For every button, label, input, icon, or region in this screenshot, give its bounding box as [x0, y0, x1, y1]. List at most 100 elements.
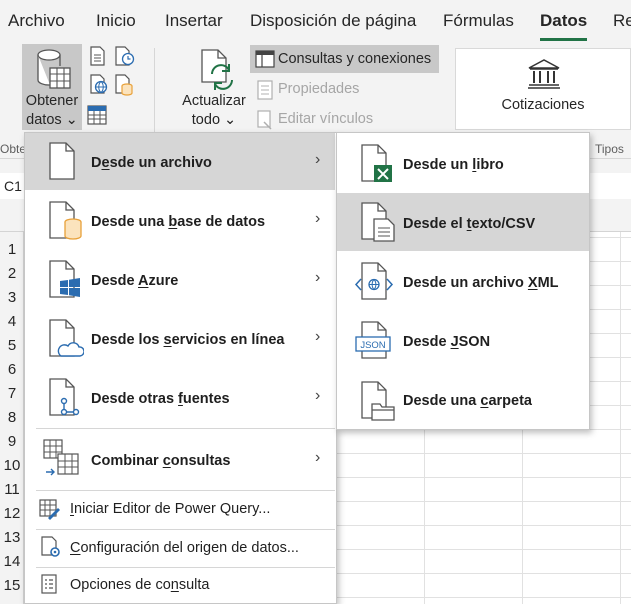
row-header[interactable]: 14 — [0, 553, 24, 573]
name-box[interactable]: C1 — [0, 173, 26, 199]
grid-line — [336, 549, 631, 550]
grid-line — [336, 501, 631, 502]
grid-line — [590, 237, 631, 238]
tab-archivo[interactable]: Archivo — [8, 11, 65, 31]
query-options-icon — [41, 574, 57, 594]
queries-pane-icon — [255, 50, 275, 68]
grid-line — [336, 597, 631, 598]
refresh-label-2: todo ⌄ — [191, 112, 237, 128]
tab-disposicion[interactable]: Disposición de página — [250, 11, 416, 31]
stocks-label: Cotizaciones — [501, 97, 585, 113]
group-label-types: Tipos — [595, 142, 624, 156]
menu-separator — [36, 490, 335, 491]
grid-line — [590, 333, 631, 334]
row-header[interactable]: 15 — [0, 577, 24, 597]
grid-line — [590, 381, 631, 382]
row-header[interactable]: 12 — [0, 505, 24, 525]
menu-item-label: Desde otras fuentes — [91, 391, 230, 407]
chevron-down-icon: ⌄ — [65, 112, 78, 128]
grid-line — [590, 357, 631, 358]
excel-workbook-icon — [361, 144, 392, 182]
submenu-item-label: Desde el texto/CSV — [403, 216, 536, 232]
properties-label[interactable]: Propiedades — [278, 81, 359, 97]
chevron-right-icon: › — [315, 449, 321, 466]
menu-separator — [36, 567, 335, 568]
menu-item-label: Configuración del origen de datos... — [70, 540, 299, 556]
other-sources-icon — [49, 378, 80, 416]
database-file-icon — [49, 201, 82, 240]
menu-separator — [36, 529, 335, 530]
menu-item-label: Opciones de consulta — [70, 577, 210, 593]
json-icon-label: JSON — [360, 340, 385, 351]
row-header[interactable]: 8 — [0, 409, 24, 429]
row-header[interactable]: 5 — [0, 337, 24, 357]
chevron-right-icon: › — [315, 151, 321, 168]
text-csv-icon — [361, 202, 395, 242]
recent-sources-icon[interactable] — [113, 46, 135, 66]
queries-connections-label: Consultas y conexiones — [278, 51, 432, 67]
grid-line — [590, 309, 631, 310]
formula-bar[interactable] — [590, 173, 631, 199]
menu-separator — [36, 428, 335, 429]
refresh-all-icon[interactable] — [196, 48, 236, 92]
grid-line — [590, 405, 631, 406]
tab-revisar[interactable]: Re — [613, 11, 631, 31]
menu-item-label: Iniciar Editor de Power Query... — [70, 501, 271, 517]
row-header[interactable]: 9 — [0, 433, 24, 453]
chevron-right-icon: › — [315, 328, 321, 345]
tab-formulas[interactable]: Fórmulas — [443, 11, 514, 31]
menu-item-label: Desde una base de datos — [91, 214, 266, 230]
data-source-settings-icon — [41, 536, 60, 557]
grid-line — [336, 477, 631, 478]
tab-insertar[interactable]: Insertar — [165, 11, 223, 31]
menu-item-label: Desde Azure — [91, 273, 179, 289]
grid-line — [590, 285, 631, 286]
text-file-icon[interactable] — [88, 46, 108, 66]
cloud-file-icon — [49, 319, 84, 357]
row-header[interactable]: 6 — [0, 361, 24, 381]
edit-links-icon — [257, 110, 272, 130]
database-table-icon — [37, 49, 71, 89]
combine-queries-icon — [43, 439, 79, 476]
menu-item-label: Desde un archivo — [91, 155, 212, 171]
chevron-right-icon: › — [315, 387, 321, 404]
grid-line — [590, 429, 631, 430]
json-file-icon: JSON — [355, 321, 391, 359]
properties-icon — [257, 80, 273, 100]
row-header[interactable]: 10 — [0, 457, 24, 477]
row-header[interactable]: 4 — [0, 313, 24, 333]
edit-links-label[interactable]: Editar vínculos — [278, 111, 373, 127]
grid-line — [620, 232, 621, 604]
refresh-label-1: Actualizar — [182, 93, 246, 109]
row-header[interactable]: 7 — [0, 385, 24, 405]
power-query-editor-icon — [39, 499, 60, 520]
grid-line — [336, 453, 631, 454]
group-label-get-data: Obte — [0, 142, 27, 156]
file-icon — [49, 142, 75, 180]
submenu-item-label: Desde JSON — [403, 334, 491, 350]
grid-line — [590, 261, 631, 262]
menu-item-label: Combinar consultas — [91, 453, 231, 469]
web-icon[interactable] — [88, 74, 110, 94]
row-header[interactable]: 2 — [0, 265, 24, 285]
get-data-label-2: datos ⌄ — [26, 112, 78, 128]
tab-datos[interactable]: Datos — [540, 11, 587, 31]
table-range-icon[interactable] — [86, 104, 108, 126]
row-header[interactable]: 11 — [0, 481, 24, 501]
azure-windows-icon — [49, 260, 80, 298]
row-header[interactable]: 1 — [0, 241, 24, 261]
chevron-down-icon: ⌄ — [224, 112, 237, 128]
row-header[interactable]: 3 — [0, 289, 24, 309]
grid-line — [336, 525, 631, 526]
grid-line — [522, 430, 523, 604]
existing-connections-icon[interactable] — [113, 74, 135, 96]
tab-inicio[interactable]: Inicio — [96, 11, 136, 31]
folder-file-icon — [361, 381, 395, 421]
grid-line — [336, 573, 631, 574]
menu-item-label: Desde los servicios en línea — [91, 332, 285, 348]
get-data-label-1: Obtener — [25, 93, 79, 109]
chevron-right-icon: › — [315, 269, 321, 286]
submenu-item-label: Desde una carpeta — [403, 393, 532, 409]
row-header[interactable]: 13 — [0, 529, 24, 549]
submenu-item-label: Desde un libro — [403, 157, 504, 173]
